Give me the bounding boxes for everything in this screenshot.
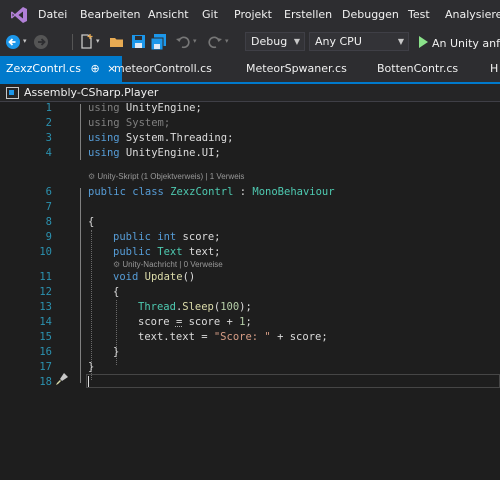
menu-bearbeiten[interactable]: Bearbeiten — [80, 8, 140, 21]
code-line-9: public int score; — [113, 231, 221, 243]
document-tab-bar: ZexzContrl.cs ⊕ × meteorControll.cs Mete… — [0, 56, 500, 84]
undo-icon[interactable] — [174, 33, 192, 51]
fold-guide — [80, 104, 81, 160]
line-number: 6 — [45, 186, 52, 198]
tab-zexzcontrl[interactable]: ZexzContrl.cs ⊕ × — [0, 56, 123, 82]
menu-git[interactable]: Git — [202, 8, 218, 21]
chevron-down-icon: ▼ — [397, 37, 404, 46]
code-line-13: Thread.Sleep(100); — [138, 301, 252, 313]
csharp-project-icon — [6, 87, 19, 99]
code-line-2: using System; — [88, 117, 171, 129]
line-number: 17 — [39, 361, 52, 373]
navigate-back-icon[interactable] — [4, 33, 22, 51]
code-editor[interactable]: 1 2 3 4 6 7 8 9 10 11 12 13 14 15 16 17 … — [0, 102, 500, 480]
undo-dropdown-icon[interactable]: ▾ — [193, 37, 197, 45]
line-number: 14 — [39, 316, 52, 328]
codelens-method-hint[interactable]: ⚙ Unity-Nachricht | 0 Verweise — [113, 260, 223, 269]
line-number: 8 — [45, 216, 52, 228]
line-number: 7 — [45, 201, 52, 213]
configuration-dropdown[interactable]: Debug ▼ — [245, 32, 305, 51]
chevron-down-icon: ▼ — [293, 37, 300, 46]
redo-icon[interactable] — [206, 33, 224, 51]
indent-guide — [91, 230, 92, 380]
current-line-highlight — [86, 374, 500, 388]
quick-actions-brush-icon[interactable] — [55, 372, 69, 386]
line-number: 18 — [39, 376, 52, 388]
menu-projekt[interactable]: Projekt — [234, 8, 272, 21]
line-number: 15 — [39, 331, 52, 343]
menu-erstellen[interactable]: Erstellen — [284, 8, 332, 21]
line-number: 11 — [39, 271, 52, 283]
code-line-6: public class ZexzContrl : MonoBehaviour — [88, 186, 335, 198]
navigation-bar: Assembly-CSharp.Player — [0, 84, 500, 102]
tab-meteorcontroll[interactable]: meteorControll.cs — [114, 56, 212, 82]
code-line-10: public Text text; — [113, 246, 221, 258]
new-project-icon[interactable] — [78, 33, 96, 51]
code-line-11: void Update() — [113, 271, 196, 283]
save-all-icon[interactable] — [150, 33, 168, 51]
tab-overflow[interactable]: H — [490, 56, 498, 82]
menu-debuggen[interactable]: Debuggen — [342, 8, 399, 21]
new-dropdown-icon[interactable]: ▾ — [96, 37, 100, 45]
code-line-8: { — [88, 216, 95, 228]
code-line-1: using UnityEngine; — [88, 102, 202, 114]
code-line-3: using System.Threading; — [88, 132, 234, 144]
tab-meteorspwaner[interactable]: MeteorSpwaner.cs — [246, 56, 347, 82]
line-number: 12 — [39, 286, 52, 298]
tab-label: H — [490, 62, 499, 75]
code-line-15: text.text = "Score: " + score; — [138, 331, 328, 343]
navigate-forward-icon[interactable] — [32, 33, 50, 51]
code-line-16: } — [113, 346, 120, 358]
line-number: 10 — [39, 246, 52, 258]
menu-bar: Datei Bearbeiten Ansicht Git Projekt Ers… — [0, 0, 500, 28]
code-line-17: } — [88, 361, 95, 373]
configuration-value: Debug — [251, 35, 288, 48]
line-number: 4 — [45, 147, 52, 159]
menu-test[interactable]: Test — [408, 8, 430, 21]
line-number: 2 — [45, 117, 52, 129]
tab-label: MeteorSpwaner.cs — [246, 62, 347, 75]
line-number: 1 — [45, 102, 52, 114]
back-dropdown-icon[interactable]: ▾ — [23, 37, 27, 45]
play-icon[interactable] — [414, 33, 432, 51]
code-line-12: { — [113, 286, 120, 298]
menu-ansicht[interactable]: Ansicht — [148, 8, 189, 21]
line-number: 13 — [39, 301, 52, 313]
pin-icon[interactable]: ⊕ — [90, 62, 99, 75]
line-number: 16 — [39, 346, 52, 358]
visual-studio-logo-icon[interactable] — [10, 6, 28, 24]
codelens-class-hint[interactable]: ⚙ Unity-Skript (1 Objektverweis) | 1 Ver… — [88, 172, 244, 181]
tab-bottencontr[interactable]: BottenContr.cs — [377, 56, 458, 82]
menu-analysieren[interactable]: Analysieren — [445, 8, 500, 21]
code-line-14: score = score + 1; — [138, 316, 252, 328]
open-folder-icon[interactable] — [108, 33, 126, 51]
text-cursor — [88, 376, 89, 387]
code-line-4: using UnityEngine.UI; — [88, 147, 221, 159]
toolbar: ▾ ▾ ▾ ▾ Debug ▼ Any CPU ▼ An Unity anfüg — [0, 28, 500, 56]
project-selector[interactable]: Assembly-CSharp.Player — [24, 86, 158, 99]
tab-label: meteorControll.cs — [114, 62, 212, 75]
save-icon[interactable] — [130, 33, 148, 51]
redo-dropdown-icon[interactable]: ▾ — [225, 37, 229, 45]
platform-dropdown[interactable]: Any CPU ▼ — [309, 32, 409, 51]
toolbar-separator — [72, 34, 73, 50]
line-number: 3 — [45, 132, 52, 144]
fold-guide — [80, 188, 81, 383]
platform-value: Any CPU — [315, 35, 362, 48]
line-number: 9 — [45, 231, 52, 243]
attach-to-unity-button[interactable]: An Unity anfüg — [432, 37, 500, 50]
tab-label: ZexzContrl.cs — [6, 62, 81, 75]
menu-datei[interactable]: Datei — [38, 8, 67, 21]
tab-label: BottenContr.cs — [377, 62, 459, 75]
